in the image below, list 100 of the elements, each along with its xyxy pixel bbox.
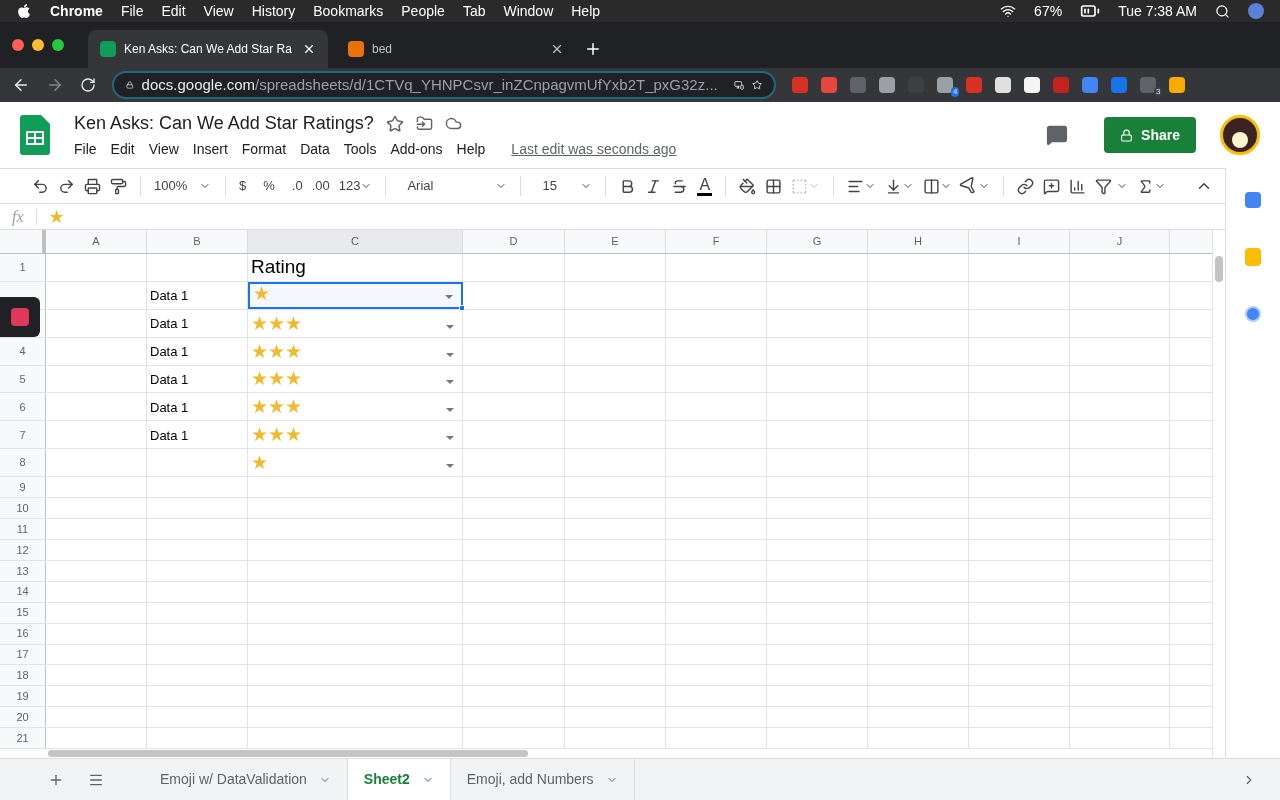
dropdown-caret-icon[interactable]	[446, 464, 454, 469]
table-cell[interactable]: Rating	[248, 253, 463, 281]
row-header[interactable]: 10	[0, 498, 46, 518]
address-field[interactable]: docs.google.com/spreadsheets/d/1CTVq_YHNPCsvr_inZCnpagvmUfYxb2T_pxG32z...	[112, 71, 776, 99]
menu-item[interactable]: Help	[456, 139, 486, 160]
extension-icon[interactable]	[1053, 77, 1069, 93]
number-format-select[interactable]: 123	[338, 176, 373, 196]
fill-handle[interactable]	[459, 304, 465, 311]
minimize-window-icon[interactable]	[32, 39, 44, 51]
row-header[interactable]: 4	[0, 337, 46, 365]
extension-icon[interactable]	[1111, 77, 1127, 93]
add-comment-icon[interactable]	[1043, 177, 1061, 195]
browser-tab[interactable]: Ken Asks: Can We Add Star Ra	[88, 30, 328, 68]
apple-icon[interactable]	[16, 3, 32, 19]
user-icon[interactable]	[1248, 3, 1264, 19]
horizontal-scrollbar[interactable]	[48, 750, 528, 758]
zoom-window-icon[interactable]	[52, 39, 64, 51]
sheet-tab[interactable]: Emoji w/ DataValidation	[144, 759, 348, 800]
last-edit-link[interactable]: Last edit was seconds ago	[511, 139, 677, 160]
menu-item[interactable]: File	[120, 0, 144, 22]
extension-icon[interactable]	[1082, 77, 1098, 93]
reload-icon[interactable]	[80, 77, 96, 93]
row-header[interactable]: 5	[0, 365, 46, 393]
extension-icon[interactable]	[966, 77, 982, 93]
column-header[interactable]: C	[248, 230, 463, 253]
tasks-icon[interactable]	[1245, 306, 1261, 322]
menu-item[interactable]: View	[203, 0, 234, 22]
menu-item[interactable]: Edit	[161, 0, 186, 22]
row-header[interactable]: 18	[0, 665, 46, 686]
keep-icon[interactable]	[1245, 248, 1261, 266]
row-header[interactable]: 12	[0, 539, 46, 560]
row-header[interactable]: 13	[0, 560, 46, 581]
calendar-icon[interactable]	[1245, 192, 1261, 208]
merge-cells-icon[interactable]	[791, 177, 821, 195]
back-icon[interactable]	[12, 76, 30, 94]
star-outline-icon[interactable]	[385, 114, 404, 133]
strikethrough-icon[interactable]	[671, 177, 689, 195]
row-header[interactable]: 7	[0, 421, 46, 449]
row-header[interactable]: 21	[0, 728, 46, 749]
dropdown-caret-icon[interactable]	[445, 294, 453, 299]
menu-item[interactable]: Help	[571, 0, 601, 22]
table-cell[interactable]: Data 1	[147, 365, 248, 393]
menu-item[interactable]: Insert	[192, 139, 228, 160]
menu-item[interactable]: Window	[503, 0, 554, 22]
text-color-button[interactable]: A	[697, 176, 713, 196]
borders-icon[interactable]	[765, 177, 783, 195]
column-header[interactable]: H	[868, 230, 969, 253]
menu-item[interactable]: Edit	[110, 139, 135, 160]
screen-recorder-toast[interactable]	[0, 297, 40, 337]
search-icon[interactable]	[1215, 3, 1230, 19]
vertical-scrollbar[interactable]	[1215, 256, 1223, 282]
dropdown-caret-icon[interactable]	[446, 352, 454, 357]
close-icon[interactable]	[550, 42, 564, 56]
extension-icon[interactable]	[1169, 77, 1185, 93]
menu-item[interactable]: People	[401, 0, 445, 22]
text-wrap-icon[interactable]	[923, 177, 953, 195]
print-icon[interactable]	[84, 177, 101, 195]
menu-item[interactable]: Tools	[343, 139, 377, 160]
increase-decimal[interactable]: .00	[311, 176, 330, 196]
chart-icon[interactable]	[1069, 177, 1087, 195]
dropdown-caret-icon[interactable]	[446, 380, 454, 385]
extension-icon[interactable]	[937, 77, 953, 93]
row-header[interactable]: 19	[0, 686, 46, 707]
extension-icon[interactable]	[821, 77, 837, 93]
sheet-tab[interactable]: Sheet2	[347, 759, 451, 800]
row-header[interactable]: 8	[0, 449, 46, 477]
currency-format[interactable]: $	[239, 176, 247, 196]
forward-icon[interactable]	[46, 76, 64, 94]
close-window-icon[interactable]	[12, 39, 24, 51]
menu-item[interactable]: History	[251, 0, 296, 22]
column-header[interactable]: I	[969, 230, 1070, 253]
table-cell[interactable]: Data 1	[147, 337, 248, 365]
menu-item[interactable]: File	[74, 139, 97, 160]
decrease-decimal[interactable]: .0	[291, 176, 303, 196]
extension-icon[interactable]	[879, 77, 895, 93]
table-cell[interactable]: Data 1	[147, 393, 248, 421]
extension-icon[interactable]	[1024, 77, 1040, 93]
column-header[interactable]: F	[666, 230, 767, 253]
folder-icon[interactable]	[415, 115, 433, 132]
sheet-tab[interactable]: Emoji, add Numbers	[450, 759, 635, 800]
app-menu[interactable]: Chrome	[50, 0, 103, 22]
avatar[interactable]	[1220, 115, 1260, 155]
extension-icon[interactable]	[792, 77, 808, 93]
dropdown-caret-icon[interactable]	[446, 436, 454, 441]
menu-item[interactable]: Format	[241, 139, 287, 160]
row-header[interactable]: 11	[0, 519, 46, 539]
extension-icon[interactable]	[995, 77, 1011, 93]
fill-color-icon[interactable]	[739, 177, 757, 195]
row-header[interactable]: 15	[0, 602, 46, 623]
cloud-icon[interactable]	[444, 115, 462, 132]
menu-item[interactable]: Data	[300, 139, 330, 160]
row-header[interactable]: 20	[0, 707, 46, 728]
column-header[interactable]: A	[46, 230, 147, 253]
menu-item[interactable]: Add-ons	[390, 139, 443, 160]
document-title[interactable]: Ken Asks: Can We Add Star Ratings?	[74, 110, 374, 137]
row-header[interactable]: 6	[0, 393, 46, 421]
column-header[interactable]: E	[565, 230, 666, 253]
menu-item[interactable]: Bookmarks	[313, 0, 384, 22]
font-select[interactable]: Arial	[407, 176, 508, 196]
column-header[interactable]: J	[1070, 230, 1170, 253]
